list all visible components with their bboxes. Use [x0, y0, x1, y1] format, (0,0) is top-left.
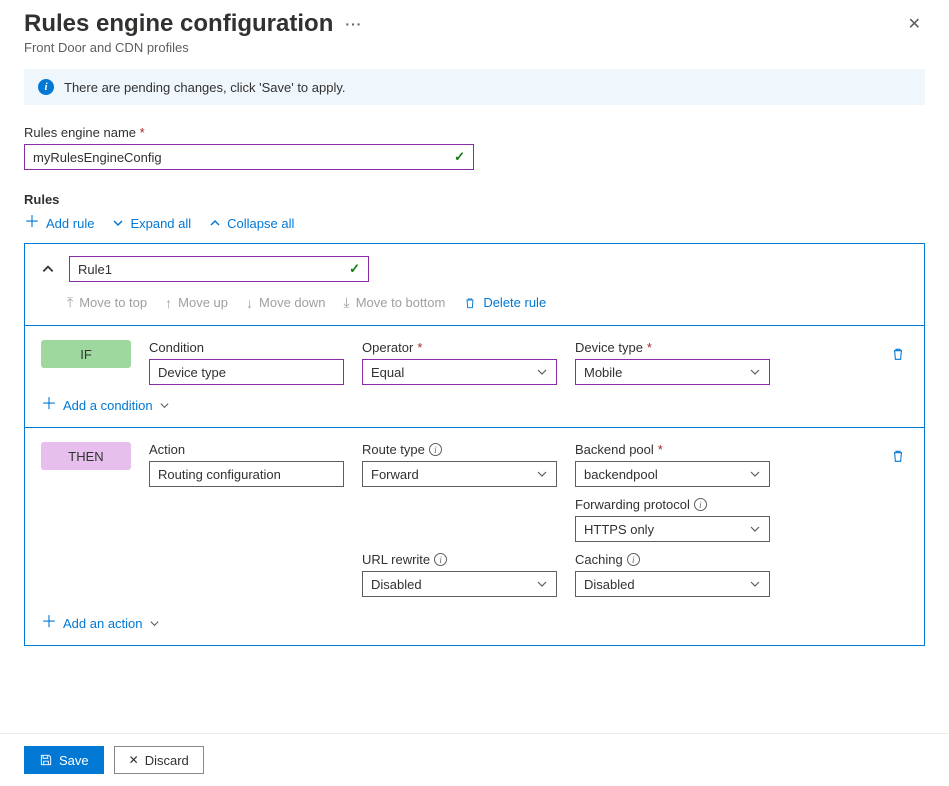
action-input[interactable]: Routing configuration — [149, 461, 344, 487]
device-type-label: Device type * — [575, 340, 770, 355]
save-button[interactable]: Save — [24, 746, 104, 774]
info-text: There are pending changes, click 'Save' … — [64, 80, 346, 95]
url-rewrite-select[interactable]: Disabled — [362, 571, 557, 597]
discard-button[interactable]: ✕ Discard — [114, 746, 204, 774]
route-type-label: Route type i — [362, 442, 557, 457]
rules-engine-name-input[interactable]: myRulesEngineConfig — [24, 144, 474, 170]
chevron-down-icon — [159, 400, 170, 411]
rule-name-input[interactable]: Rule1 — [69, 256, 369, 282]
chevron-down-icon — [536, 468, 548, 480]
arrow-top-icon: ⤒ — [67, 294, 73, 311]
trash-icon — [890, 346, 906, 362]
if-badge: IF — [41, 340, 131, 368]
operator-label: Operator * — [362, 340, 557, 355]
discard-icon: ✕ — [129, 753, 139, 767]
add-rule-button[interactable]: ＋ Add rule — [24, 215, 94, 231]
then-section: THEN Action Routing configuration Route … — [25, 427, 924, 645]
plus-icon: ＋ — [24, 215, 40, 231]
move-up-button: ↑ Move up — [165, 295, 228, 311]
collapse-rule-icon[interactable] — [41, 262, 55, 276]
condition-input[interactable]: Device type — [149, 359, 344, 385]
delete-action-button[interactable] — [890, 448, 906, 464]
move-down-button: ↓ Move down — [246, 295, 325, 311]
delete-condition-button[interactable] — [890, 346, 906, 362]
close-icon[interactable]: ✕ — [904, 10, 925, 38]
chevron-down-icon — [749, 578, 761, 590]
condition-label: Condition — [149, 340, 344, 355]
operator-select[interactable]: Equal — [362, 359, 557, 385]
action-label: Action — [149, 442, 344, 457]
add-action-button[interactable]: ＋ Add an action — [41, 615, 908, 631]
info-icon[interactable]: i — [429, 443, 442, 456]
trash-icon — [463, 296, 477, 310]
then-badge: THEN — [41, 442, 131, 470]
chevron-down-icon — [749, 523, 761, 535]
chevron-down-icon — [536, 578, 548, 590]
breadcrumb: Front Door and CDN profiles — [24, 40, 362, 55]
trash-icon — [890, 448, 906, 464]
plus-icon: ＋ — [41, 397, 57, 413]
pending-changes-banner: i There are pending changes, click 'Save… — [24, 69, 925, 105]
move-to-bottom-button: ⤓ Move to bottom — [344, 294, 446, 311]
arrow-down-icon: ↓ — [246, 295, 253, 311]
rules-heading: Rules — [24, 192, 925, 207]
arrow-up-icon: ↑ — [165, 295, 172, 311]
page-title: Rules engine configuration — [24, 10, 333, 38]
rules-engine-name-label: Rules engine name * — [24, 125, 925, 140]
chevron-down-icon — [112, 217, 124, 229]
chevron-up-icon — [209, 217, 221, 229]
chevron-down-icon — [749, 366, 761, 378]
caching-select[interactable]: Disabled — [575, 571, 770, 597]
chevron-down-icon — [749, 468, 761, 480]
info-icon[interactable]: i — [434, 553, 447, 566]
save-icon — [39, 753, 53, 767]
move-to-top-button: ⤒ Move to top — [67, 294, 147, 311]
more-icon[interactable]: ··· — [345, 16, 362, 32]
info-icon: i — [38, 79, 54, 95]
chevron-down-icon — [149, 618, 160, 629]
forwarding-protocol-select[interactable]: HTTPS only — [575, 516, 770, 542]
device-type-select[interactable]: Mobile — [575, 359, 770, 385]
caching-label: Caching i — [575, 552, 770, 567]
add-condition-button[interactable]: ＋ Add a condition — [41, 397, 908, 413]
plus-icon: ＋ — [41, 615, 57, 631]
backend-pool-label: Backend pool * — [575, 442, 770, 457]
delete-rule-button[interactable]: Delete rule — [463, 295, 546, 310]
url-rewrite-label: URL rewrite i — [362, 552, 557, 567]
backend-pool-select[interactable]: backendpool — [575, 461, 770, 487]
expand-all-button[interactable]: Expand all — [112, 216, 191, 231]
forwarding-protocol-label: Forwarding protocol i — [575, 497, 770, 512]
arrow-bottom-icon: ⤓ — [344, 294, 350, 311]
if-section: IF Condition Device type Operator * Equa… — [25, 325, 924, 427]
route-type-select[interactable]: Forward — [362, 461, 557, 487]
rule-card: Rule1 ⤒ Move to top ↑ Move up ↓ Move dow… — [24, 243, 925, 646]
collapse-all-button[interactable]: Collapse all — [209, 216, 294, 231]
info-icon[interactable]: i — [694, 498, 707, 511]
chevron-down-icon — [536, 366, 548, 378]
info-icon[interactable]: i — [627, 553, 640, 566]
